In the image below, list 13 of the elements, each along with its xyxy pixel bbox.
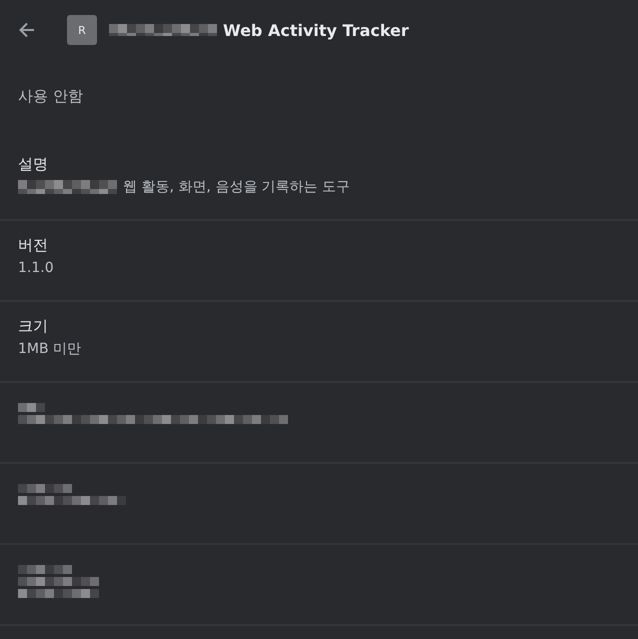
section-label: 설명 [18,154,49,175]
status-text: 사용 안함 [17,86,84,107]
redaction-mosaic [18,403,45,412]
back-arrow-icon[interactable] [17,20,37,40]
redaction-mosaic [18,565,72,574]
redaction-mosaic [18,484,72,493]
section-value: 1MB 미만 [18,340,82,359]
section-label: 버전 [18,235,49,256]
extension-icon: R [67,15,97,45]
extension-title: Web Activity Tracker [223,20,409,40]
section-value: 1.1.0 [18,259,54,278]
section-label: 크기 [18,316,49,337]
section-value: 웹 활동, 화면, 음성을 기록하는 도구 [123,178,350,197]
